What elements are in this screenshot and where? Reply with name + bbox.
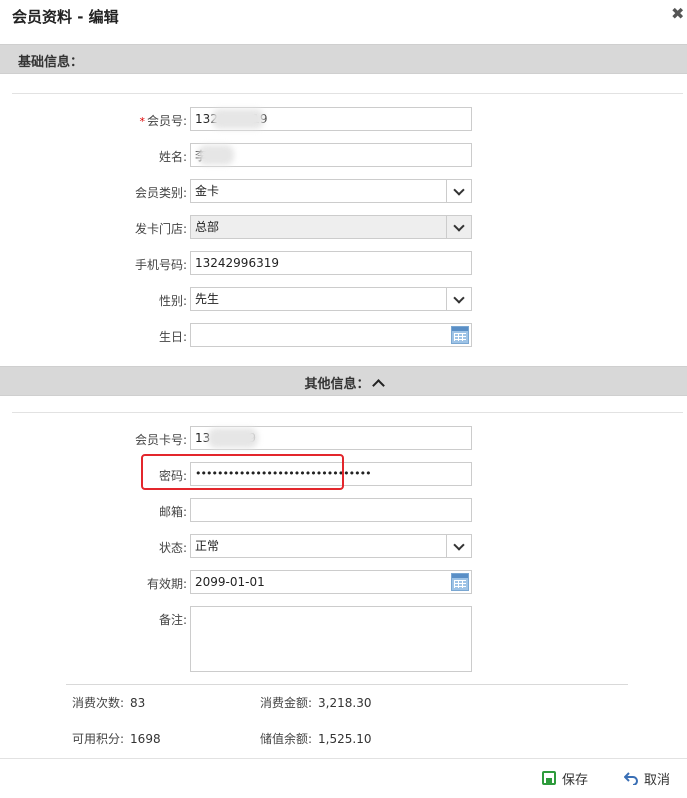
member-type-select[interactable]: 金卡 [190,179,472,203]
section-other-title-text: 其他信息： [304,377,370,392]
section-other-info-toggle[interactable]: 其他信息： [0,366,687,396]
row-gender: 性别: 先生 [0,287,687,313]
save-button[interactable]: 保存 [542,768,588,788]
row-birthday: 生日: [0,323,687,349]
row-name: 姓名: [0,143,687,169]
save-button-label: 保存 [562,772,589,788]
calendar-icon[interactable] [451,573,469,591]
row-store: 发卡门店: 总部 [0,215,687,241]
row-member-no: * 会员号: [0,107,687,133]
email-input[interactable] [190,498,472,522]
gender-select[interactable]: 先生 [190,287,472,311]
remark-textarea[interactable] [190,606,472,672]
dropdown-button[interactable] [446,180,471,202]
gender-value: 先生 [195,292,220,306]
remark-label: 备注: [158,613,187,627]
status-label: 状态: [158,541,187,555]
divider [12,412,683,413]
highlight-annotation [141,454,344,490]
status-select[interactable]: 正常 [190,534,472,558]
gender-label: 性别: [158,294,187,308]
section-other-title: 其他信息： [0,373,687,392]
store-label: 发卡门店: [134,222,187,236]
redaction-blur [198,145,234,165]
stat-balance-value: 1,525.10 [318,732,372,746]
stat-points: 可用积分: 1698 [72,730,161,747]
row-email: 邮箱: [0,498,687,524]
member-type-value: 金卡 [195,184,220,198]
close-icon[interactable]: ✖ [671,5,685,23]
chevron-down-icon [453,292,465,304]
member-type-label: 会员类别: [134,186,187,200]
store-value: 总部 [195,220,220,234]
stat-consume-count: 消费次数: 83 [72,694,145,711]
chevron-down-icon [453,220,465,232]
row-status: 状态: 正常 [0,534,687,560]
mobile-input[interactable] [190,251,472,275]
expiry-label: 有效期: [146,577,187,591]
undo-icon [624,772,638,785]
store-select: 总部 [190,215,472,239]
section-basic-info: 基础信息： [0,44,687,74]
stat-balance-label: 储值余额: [260,732,313,746]
section-basic-title: 基础信息： [18,55,84,70]
dropdown-button [446,216,471,238]
row-member-type: 会员类别: 金卡 [0,179,687,205]
chevron-down-icon [453,184,465,196]
row-expiry: 有效期: 2099-01-01 [0,570,687,596]
stat-balance: 储值余额: 1,525.10 [260,730,371,747]
expiry-input[interactable]: 2099-01-01 [190,570,472,594]
email-label: 邮箱: [158,505,187,519]
calendar-icon[interactable] [451,326,469,344]
stat-consume-amount: 消费金额: 3,218.30 [260,694,371,711]
card-no-label: 会员卡号: [134,433,187,447]
cancel-button-label: 取消 [644,772,671,788]
chevron-up-icon [371,379,385,392]
stat-consume-amount-value: 3,218.30 [318,696,372,710]
row-card-no: 会员卡号: [0,426,687,452]
required-mark: * [139,115,145,128]
redaction-blur [212,109,264,129]
expiry-value: 2099-01-01 [195,575,265,589]
chevron-down-icon [453,539,465,551]
stat-points-value: 1698 [130,732,161,746]
stat-consume-count-value: 83 [130,696,146,710]
footer-divider [0,758,687,759]
dropdown-button[interactable] [446,288,471,310]
row-remark: 备注: [0,606,687,674]
cancel-button[interactable]: 取消 [624,768,670,788]
birthday-label: 生日: [158,330,187,344]
dropdown-button[interactable] [446,535,471,557]
stat-consume-count-label: 消费次数: [72,696,125,710]
member-no-label-text: 会员号: [146,114,187,128]
row-mobile: 手机号码: [0,251,687,277]
member-no-label: * 会员号: [139,112,187,129]
mobile-label: 手机号码: [134,258,187,272]
dialog-title: 会员资料 - 编辑 [12,8,119,26]
dialog-titlebar: 会员资料 - 编辑 ✖ [0,0,687,32]
stat-consume-amount-label: 消费金额: [260,696,313,710]
divider [12,93,683,94]
birthday-input[interactable] [190,323,472,347]
stats-divider [66,684,628,685]
redaction-blur [208,428,258,448]
name-label: 姓名: [158,150,187,164]
save-icon [542,771,556,785]
stat-points-label: 可用积分: [72,732,125,746]
status-value: 正常 [195,539,220,553]
